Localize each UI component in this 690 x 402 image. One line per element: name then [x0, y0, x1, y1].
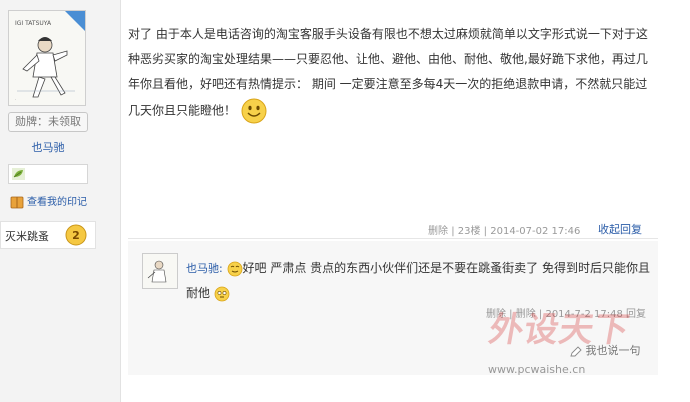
view-marks-link[interactable]: 查看我的印记	[10, 193, 87, 209]
leaf-icon	[12, 168, 25, 180]
level-star-icon: 2	[65, 224, 87, 246]
collapse-replies-link[interactable]: 收起回复	[598, 221, 642, 237]
svg-text:·: ·	[15, 97, 16, 102]
smile-emoticon-icon	[241, 98, 267, 124]
reply-body: 也马驰: 好吧 严肃点 贵点的东西小伙伴们还是不要在跳蚤街卖了 免得到时后只能你…	[186, 256, 656, 305]
level-number: 2	[72, 229, 80, 242]
medal-button[interactable]: 勋牌：未领取	[8, 112, 88, 132]
post-text: 对了 由于本人是电话咨询的淘宝客服手头设备有限也不想太过麻烦就简单以文字形式说一…	[128, 27, 648, 118]
owner-ribbon: 楼主	[65, 11, 85, 31]
divider	[128, 238, 658, 239]
reply-text: 好吧 严肃点 贵点的东西小伙伴们还是不要在跳蚤街卖了 免得到时后只能你且耐他	[186, 261, 650, 300]
reply-username[interactable]: 也马驰:	[186, 262, 223, 275]
author-avatar[interactable]: IGI TATSUYA · 楼主	[8, 10, 86, 106]
post-date: 2014-07-02 17:46	[490, 226, 581, 237]
watermark-url: www.pcwaishe.cn	[488, 363, 586, 376]
level-box: 灭米跳蚤 2	[0, 221, 96, 249]
author-sidebar: IGI TATSUYA · 楼主 勋牌：未领取 也马驰 查看我的印记 灭米跳蚤 …	[0, 0, 121, 402]
watermark-logo: 外设天下	[485, 310, 633, 350]
reply-avatar[interactable]	[142, 253, 178, 289]
mini-icon-box	[8, 164, 88, 184]
author-name[interactable]: 也马驰	[0, 139, 96, 155]
post-meta: 删除 | 23楼 | 2014-07-02 17:46	[428, 222, 580, 237]
post-body: 对了 由于本人是电话咨询的淘宝客服手头设备有限也不想太过麻烦就简单以文字形式说一…	[128, 22, 653, 125]
delete-link[interactable]: 删除	[428, 226, 448, 237]
view-marks-label: 查看我的印记	[27, 197, 87, 208]
avatar-caption: IGI TATSUYA	[15, 20, 52, 27]
level-name: 灭米跳蚤	[5, 230, 49, 243]
embarrassed-emoticon-icon	[214, 286, 230, 301]
reply-avatar-illustration	[143, 254, 177, 288]
floor-number: 23楼	[457, 226, 481, 237]
book-icon	[10, 196, 24, 208]
grin-emoticon-icon	[227, 261, 242, 276]
